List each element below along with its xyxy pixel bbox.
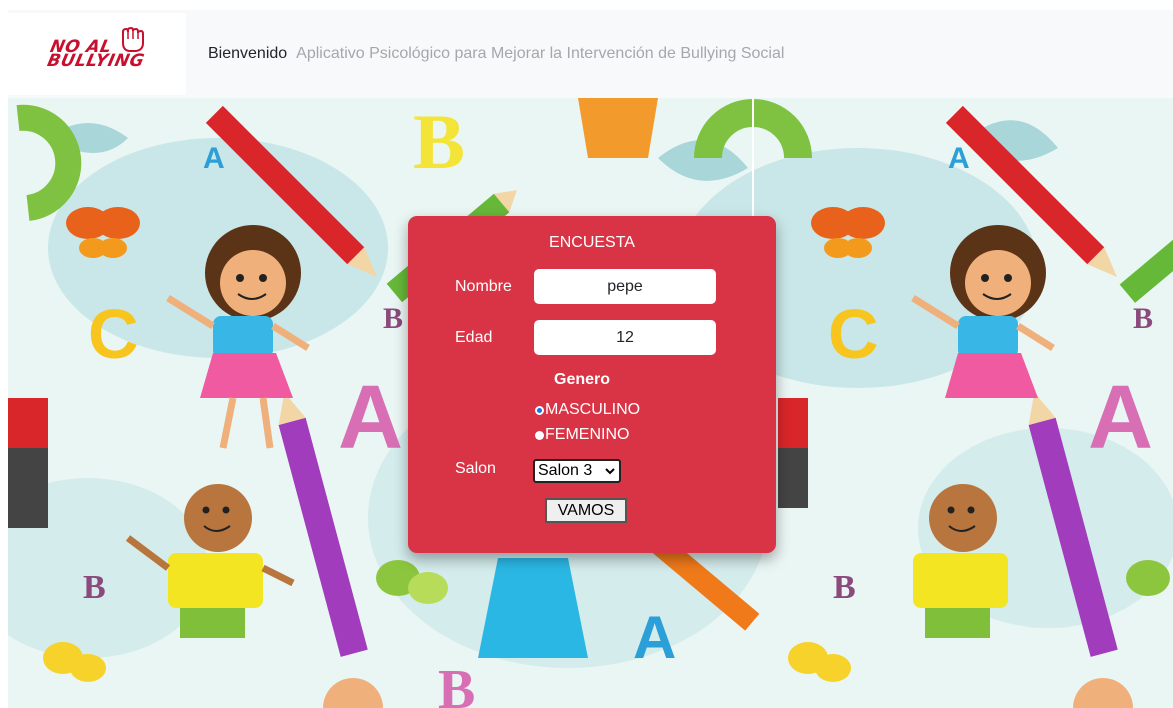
salon-select-value: Salon 3 — [538, 462, 593, 479]
svg-text:B: B — [1133, 302, 1153, 335]
salon-label: Salon — [455, 460, 496, 477]
salon-select[interactable]: Salon 3 — [533, 459, 621, 483]
radio-femenino[interactable]: FEMENINO — [535, 427, 629, 443]
svg-text:B: B — [383, 302, 403, 335]
svg-text:B: B — [83, 569, 106, 606]
svg-text:B: B — [413, 98, 465, 185]
nombre-label: Nombre — [455, 278, 512, 295]
nombre-input[interactable] — [534, 269, 716, 304]
fist-icon — [122, 27, 144, 52]
svg-text:C: C — [828, 295, 879, 373]
radio-masculino[interactable]: MASCULINO — [535, 402, 640, 418]
edad-label: Edad — [455, 329, 493, 346]
chevron-down-icon — [605, 468, 615, 475]
radio-unchecked-icon[interactable] — [535, 430, 544, 440]
svg-text:A: A — [1088, 368, 1153, 468]
radio-masculino-label: MASCULINO — [545, 401, 641, 418]
svg-text:A: A — [633, 604, 676, 671]
svg-text:A: A — [338, 368, 403, 468]
vamos-button[interactable]: VAMOS — [545, 498, 627, 523]
edad-input[interactable] — [534, 320, 716, 355]
navbar-subtitle: Aplicativo Psicológico para Mejorar la I… — [296, 45, 785, 62]
radio-checked-icon[interactable] — [535, 405, 544, 415]
svg-text:A: A — [203, 142, 225, 175]
svg-text:A: A — [948, 142, 970, 175]
survey-title: ENCUESTA — [549, 234, 635, 251]
logo[interactable]: NO AL BULLYING — [8, 13, 186, 95]
navbar-brand[interactable]: Bienvenido — [208, 45, 287, 63]
navbar: NO AL BULLYING Bienvenido Aplicativo Psi… — [8, 10, 1173, 98]
genero-label: Genero — [554, 371, 611, 388]
svg-text:C: C — [88, 295, 139, 373]
survey-card: ENCUESTA Nombre Edad Genero MASCULINO FE… — [408, 216, 776, 553]
svg-text:B: B — [438, 659, 475, 708]
svg-text:B: B — [833, 569, 856, 606]
radio-femenino-label: FEMENINO — [545, 426, 630, 443]
